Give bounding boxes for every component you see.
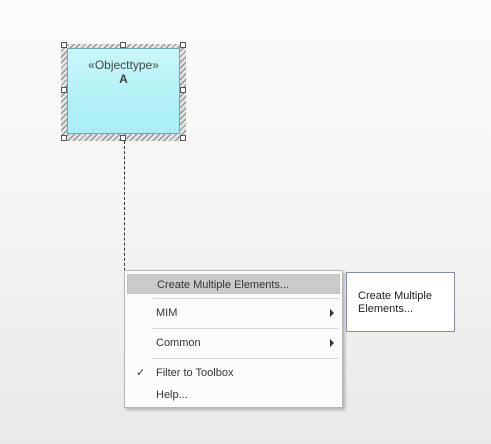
menu-item-create-multiple-elements[interactable]: Create Multiple Elements... <box>127 274 340 294</box>
tooltip-line-2: Elements... <box>358 303 414 315</box>
resize-handle-top[interactable] <box>120 42 126 48</box>
menu-item-help[interactable]: Help... <box>127 385 340 405</box>
menu-item-filter-to-toolbox[interactable]: ✓ Filter to Toolbox <box>127 363 340 383</box>
menu-item-label: Common <box>156 337 201 349</box>
menu-item-label: Create Multiple Elements... <box>157 279 290 291</box>
resize-handle-bottom-left[interactable] <box>61 135 67 141</box>
resize-handle-bottom[interactable] <box>120 135 126 141</box>
tooltip-line-1: Create Multiple <box>358 290 432 302</box>
context-menu: Create Multiple Elements... MIM Common ✓… <box>124 270 343 408</box>
resize-handle-left[interactable] <box>61 87 67 93</box>
menu-item-label: MIM <box>156 307 178 319</box>
menu-separator <box>153 328 339 329</box>
submenu-arrow-icon <box>330 309 334 317</box>
menu-separator <box>153 358 339 359</box>
menu-item-label: Help... <box>156 389 188 401</box>
dashed-connector[interactable] <box>124 141 125 271</box>
resize-handle-top-right[interactable] <box>180 42 186 48</box>
menu-item-mim[interactable]: MIM <box>127 303 340 323</box>
resize-handle-bottom-right[interactable] <box>180 135 186 141</box>
resize-handle-top-left[interactable] <box>61 42 67 48</box>
element-stereotype: «Objecttype» <box>88 58 159 72</box>
objecttype-element[interactable]: «Objecttype» A <box>67 48 180 134</box>
menu-item-common[interactable]: Common <box>127 333 340 353</box>
submenu-arrow-icon <box>330 339 334 347</box>
menu-separator <box>153 298 339 299</box>
resize-handle-right[interactable] <box>180 87 186 93</box>
tooltip: Create Multiple Elements... <box>346 272 455 332</box>
diagram-canvas[interactable]: «Objecttype» A Create Multiple Elements.… <box>0 0 491 444</box>
element-name: A <box>119 72 128 86</box>
checkmark-icon: ✓ <box>136 367 146 379</box>
menu-item-label: Filter to Toolbox <box>156 367 234 379</box>
